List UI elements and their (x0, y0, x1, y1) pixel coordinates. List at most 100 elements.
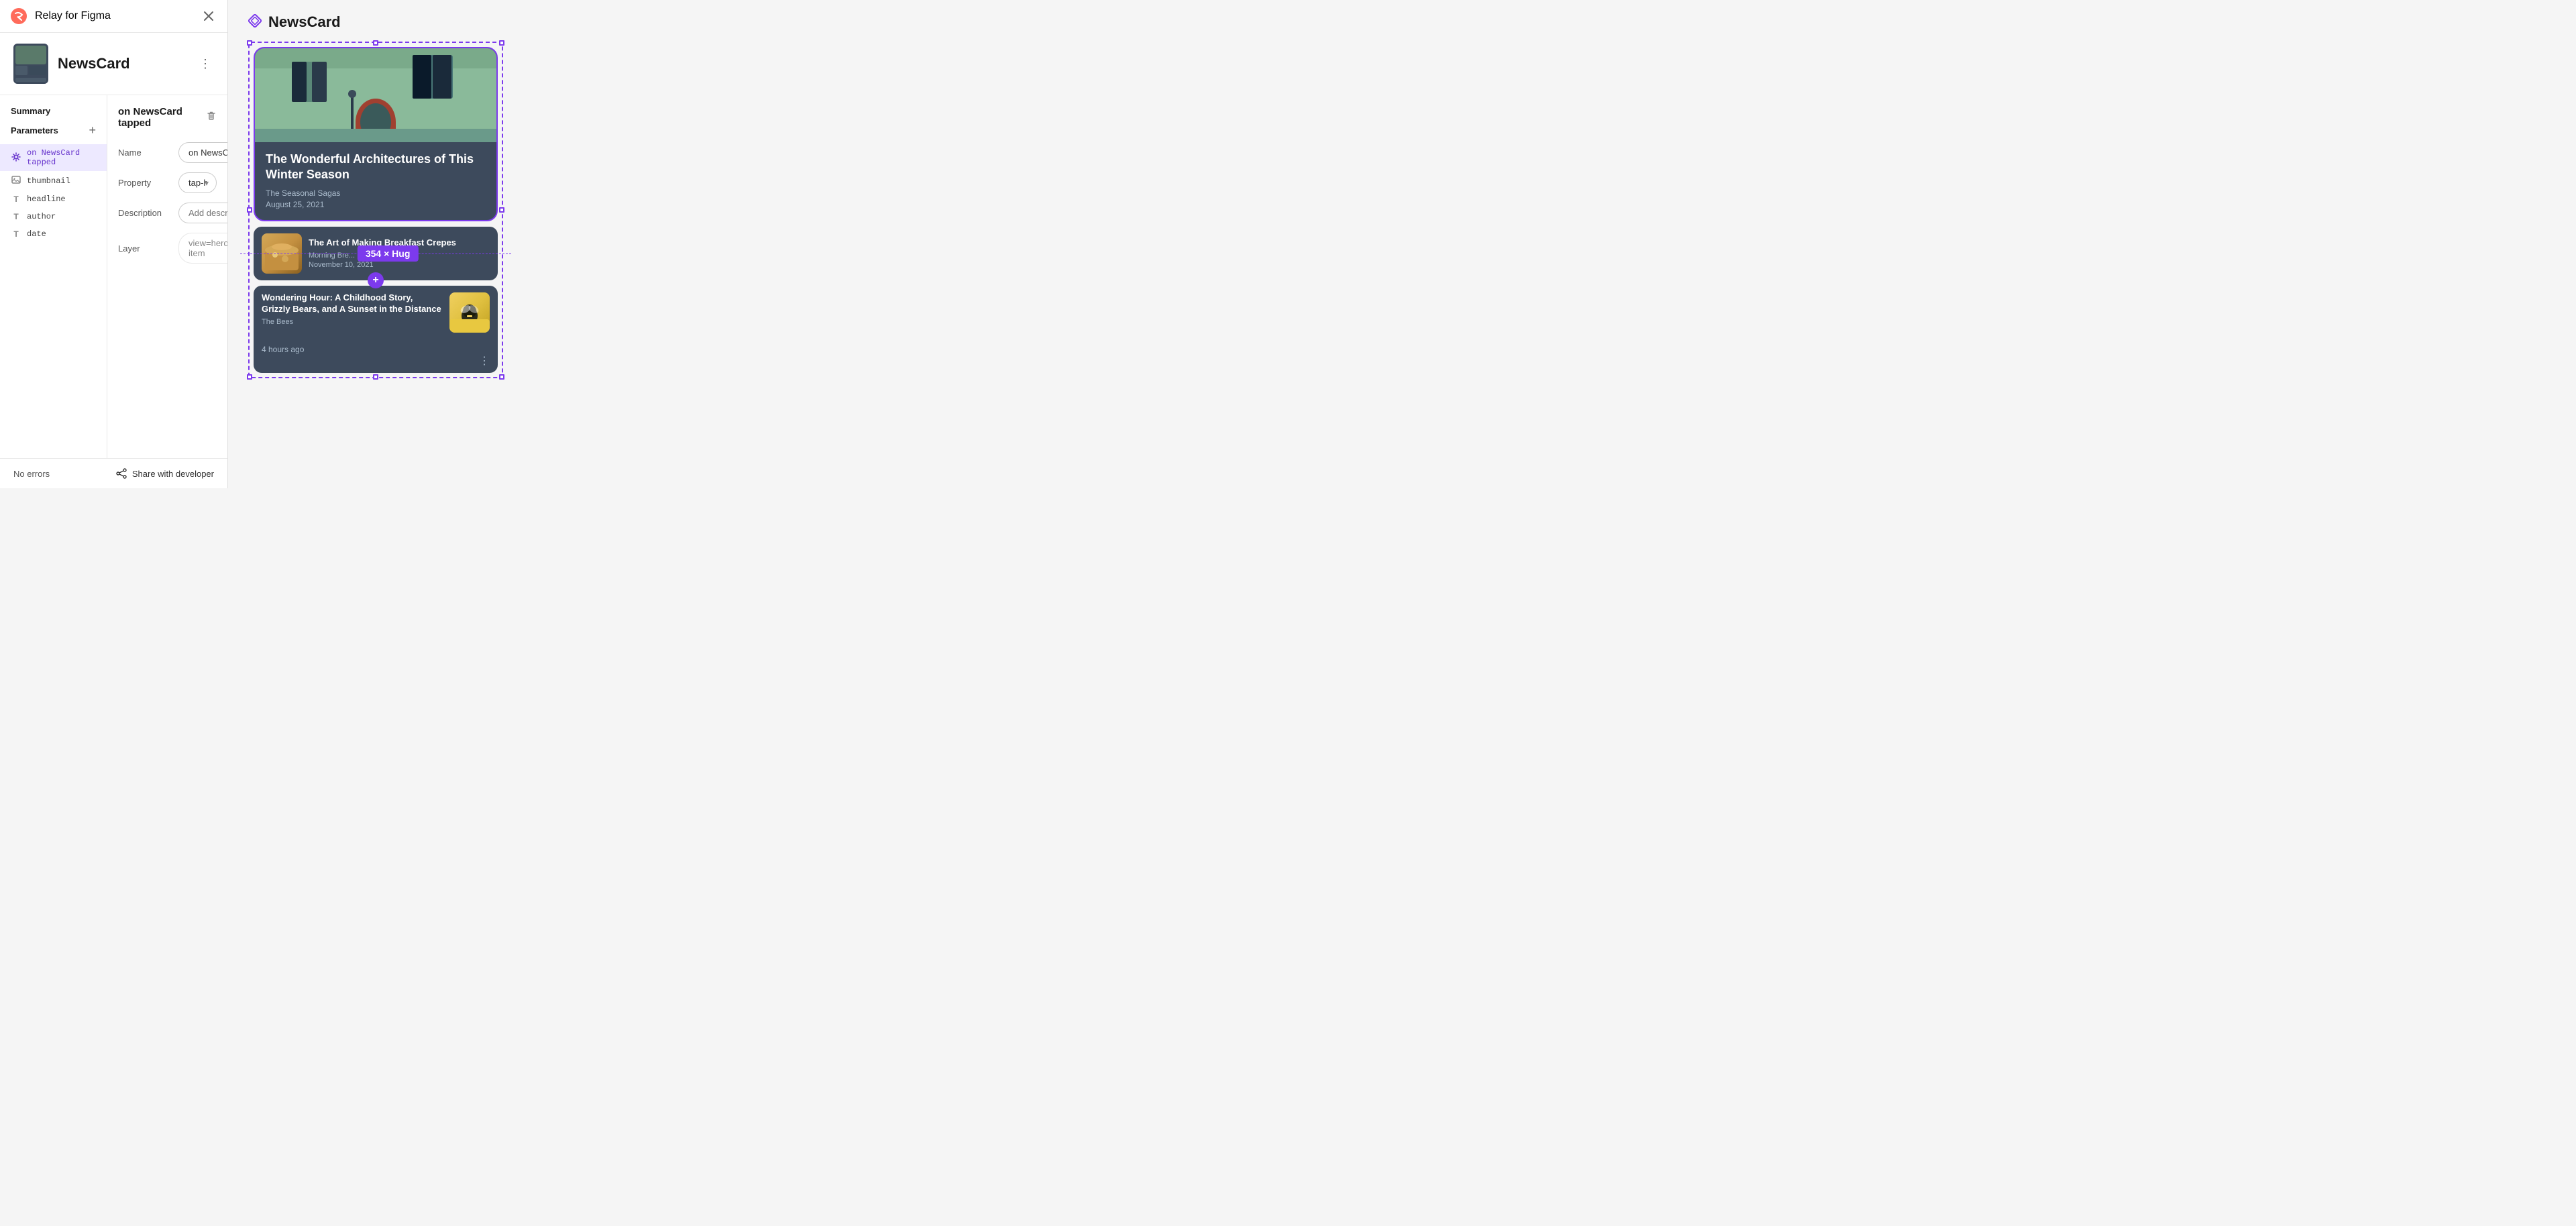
relay-logo (11, 8, 27, 24)
thumb-line (15, 78, 46, 82)
text-icon-headline: T (11, 194, 21, 204)
small-card-1-thumb (262, 233, 302, 274)
form-header: on NewsCard tapped (118, 106, 217, 129)
hero-date: August 25, 2021 (266, 200, 486, 209)
component-thumbnail (13, 44, 48, 84)
no-errors-label: No errors (13, 469, 50, 479)
layer-label: Layer (118, 243, 172, 254)
name-row: Name (118, 142, 217, 163)
layer-row: Layer view=hero-item (118, 233, 217, 264)
small-card-2-date: 4 hours ago (262, 345, 304, 354)
hero-author: The Seasonal Sagas (266, 188, 486, 198)
delete-button[interactable] (206, 111, 217, 125)
add-parameter-button[interactable]: + (89, 124, 96, 136)
gear-icon (11, 152, 21, 162)
description-row: Description (118, 203, 217, 223)
food-icon (262, 233, 302, 274)
food-thumbnail (262, 233, 302, 274)
trash-icon (206, 111, 217, 121)
layer-input-wrapper: view=hero-item (178, 233, 227, 264)
name-input[interactable] (178, 142, 227, 163)
thumb-bottom-left (15, 66, 28, 75)
preview-component-label: NewsCard (268, 13, 341, 31)
image-icon (11, 175, 21, 186)
panel-body: Summary Parameters + on NewsCard tapped (0, 95, 227, 458)
param-name-thumbnail: thumbnail (27, 176, 70, 186)
small-card-1-date: November 10, 2021 (309, 261, 490, 269)
property-label: Property (118, 178, 172, 188)
small-card-2-content: Wondering Hour: A Childhood Story, Grizz… (262, 292, 443, 327)
handler-icon (11, 152, 21, 164)
small-card-2[interactable]: Wondering Hour: A Childhood Story, Grizz… (254, 286, 498, 373)
thumb-bottom (15, 66, 46, 75)
handle-bottom-right (499, 374, 504, 380)
hero-image (255, 48, 496, 142)
params-header: Parameters + (0, 124, 107, 144)
newscard-preview: The Wonderful Architectures of This Wint… (248, 42, 503, 378)
param-item-author[interactable]: T author (0, 208, 107, 225)
app-header-left: Relay for Figma (11, 8, 111, 24)
handle-bottom-left (247, 374, 252, 380)
close-icon (203, 11, 214, 21)
figma-component-icon (248, 14, 262, 31)
left-panel: Relay for Figma NewsCard ⋮ (0, 0, 228, 488)
property-row: Property tap-handler press-handler long-… (118, 172, 217, 193)
layer-value: view=hero-item (178, 233, 227, 264)
param-name-date: date (27, 229, 46, 239)
cards-container: The Wonderful Architectures of This Wint… (254, 47, 498, 373)
component-title: NewsCard (58, 55, 130, 72)
component-label-row: NewsCard (248, 13, 341, 31)
hero-content: The Wonderful Architectures of This Wint… (255, 142, 496, 220)
app-header: Relay for Figma (0, 0, 227, 33)
size-badge: 354 × Hug (358, 245, 419, 262)
handle-bottom-center (373, 374, 378, 380)
description-label: Description (118, 208, 172, 218)
thumb-top (15, 46, 46, 64)
more-options-button[interactable]: ⋮ (197, 54, 214, 74)
small-card-2-author: The Bees (262, 318, 443, 326)
param-item-headline[interactable]: T headline (0, 190, 107, 208)
diamond-icon (248, 14, 262, 27)
parameters-label: Parameters (11, 125, 58, 135)
share-label: Share with developer (132, 469, 214, 479)
bee-thumbnail (449, 292, 490, 333)
param-item-handler[interactable]: on NewsCard tapped (0, 144, 107, 171)
right-area: NewsCard (228, 0, 916, 488)
component-header-left: NewsCard (13, 44, 130, 84)
small-card-2-title: Wondering Hour: A Childhood Story, Grizz… (262, 292, 443, 315)
hero-title: The Wonderful Architectures of This Wint… (266, 152, 486, 183)
close-button[interactable] (201, 8, 217, 24)
form-title: on NewsCard tapped (118, 106, 206, 129)
share-icon (116, 468, 127, 479)
app-name: Relay for Figma (35, 10, 111, 22)
handle-middle-right (499, 207, 504, 213)
name-label: Name (118, 148, 172, 158)
share-button[interactable]: Share with developer (116, 468, 214, 479)
small-card-1[interactable]: 354 × Hug + The Art of Making Breakfast … (254, 227, 498, 280)
handle-top-right (499, 40, 504, 46)
handle-top-center (373, 40, 378, 46)
param-name-author: author (27, 212, 56, 221)
param-item-date[interactable]: T date (0, 225, 107, 243)
form-panel: on NewsCard tapped Name Pr (107, 95, 227, 458)
property-select-wrapper: tap-handler press-handler long-press-han… (178, 172, 217, 193)
text-icon-date: T (11, 229, 21, 239)
description-input[interactable] (178, 203, 227, 223)
thumb-bottom-right (29, 66, 46, 75)
component-header: NewsCard ⋮ (0, 33, 227, 95)
hero-illustration (255, 48, 496, 142)
card-more-button[interactable]: ⋮ (479, 354, 490, 368)
handle-middle-left (247, 207, 252, 213)
property-select[interactable]: tap-handler press-handler long-press-han… (178, 172, 217, 193)
panel-footer: No errors Share with developer (0, 458, 227, 488)
params-sidebar: Summary Parameters + on NewsCard tapped (0, 95, 107, 458)
plus-badge[interactable]: + (368, 272, 384, 288)
param-name-handler: on NewsCard tapped (27, 148, 96, 167)
param-item-thumbnail[interactable]: thumbnail (0, 171, 107, 190)
param-name-headline: headline (27, 194, 66, 204)
hero-card[interactable]: The Wonderful Architectures of This Wint… (254, 47, 498, 221)
summary-label: Summary (0, 106, 107, 124)
small-card-2-thumb (449, 292, 490, 333)
text-icon-author: T (11, 212, 21, 221)
handle-top-left (247, 40, 252, 46)
